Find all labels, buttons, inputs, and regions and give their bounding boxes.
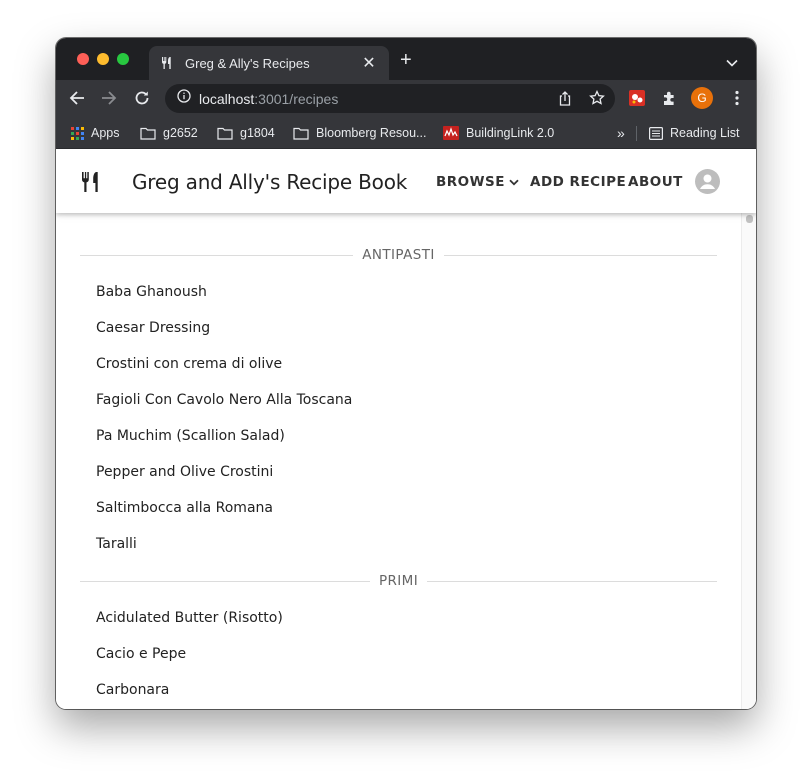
reading-list-icon (649, 126, 663, 140)
recipe-link[interactable]: Baba Ghanoush (96, 284, 207, 300)
section-title: PRIMI (378, 573, 419, 589)
minimize-window-button[interactable] (97, 53, 109, 65)
bookmarks-divider (636, 126, 637, 141)
profile-avatar[interactable]: G (691, 87, 713, 109)
tab-search-chevron-icon[interactable] (726, 54, 738, 72)
section-header-primi: PRIMI (80, 571, 718, 591)
address-bar[interactable]: localhost:3001/recipes (165, 84, 615, 113)
bookmark-label: g2652 (163, 126, 198, 140)
tab-strip: Greg & Ally's Recipes ✕ + (56, 38, 756, 80)
fork-knife-logo-icon[interactable] (81, 171, 103, 198)
bookmark-star-icon[interactable] (589, 89, 605, 111)
share-icon[interactable] (558, 91, 572, 111)
tab-recipes[interactable]: Greg & Ally's Recipes ✕ (149, 46, 389, 80)
recipe-link[interactable]: Taralli (96, 536, 137, 552)
extension-icon[interactable] (628, 89, 646, 107)
folder-icon (293, 127, 309, 140)
web-page: Greg and Ally's Recipe Book BROWSE ADD R… (56, 149, 756, 709)
bookmark-buildinglink[interactable]: BuildingLink 2.0 (443, 117, 554, 149)
zoom-window-button[interactable] (117, 53, 129, 65)
tab-title: Greg & Ally's Recipes (185, 55, 310, 71)
divider (80, 580, 370, 582)
close-window-button[interactable] (77, 53, 89, 65)
bookmarks-overflow-icon[interactable]: » (617, 117, 625, 149)
fork-knife-icon (161, 56, 175, 70)
scrollbar-thumb[interactable] (746, 215, 753, 223)
bookmark-label: Apps (91, 126, 120, 140)
folder-icon (140, 127, 156, 140)
browser-menu-icon[interactable] (728, 89, 746, 107)
account-icon[interactable] (695, 169, 720, 194)
recipe-link[interactable]: Carbonara (96, 682, 169, 698)
recipe-link[interactable]: Saltimbocca alla Romana (96, 500, 273, 516)
bookmark-label: g1804 (240, 126, 275, 140)
bookmark-apps[interactable]: Apps (71, 117, 120, 149)
bookmark-folder-g2652[interactable]: g2652 (140, 117, 198, 149)
bookmark-label: Bloomberg Resou... (316, 126, 427, 140)
tab-close-icon[interactable]: ✕ (361, 53, 377, 73)
divider (80, 254, 354, 256)
extensions-puzzle-icon[interactable] (661, 89, 679, 107)
reading-list-button[interactable]: Reading List (649, 117, 740, 149)
forward-arrow-icon[interactable] (99, 88, 119, 108)
bookmarks-bar: Apps g2652 g1804 Bloomberg Resou... Buil… (56, 117, 756, 149)
site-info-icon[interactable] (177, 89, 191, 108)
apps-grid-icon (71, 126, 84, 140)
url-path: :3001/recipes (254, 90, 339, 107)
section-header-antipasti: ANTIPASTI (80, 245, 718, 265)
chevron-down-icon (509, 179, 519, 185)
url-host: localhost (199, 90, 255, 107)
page-scrollbar[interactable] (741, 213, 756, 709)
bookmark-folder-g1804[interactable]: g1804 (217, 117, 275, 149)
recipe-link[interactable]: Acidulated Butter (Risotto) (96, 610, 283, 626)
bookmark-label: BuildingLink 2.0 (466, 126, 555, 140)
app-bar: Greg and Ally's Recipe Book BROWSE ADD R… (56, 149, 756, 213)
recipe-link[interactable]: Pa Muchim (Scallion Salad) (96, 428, 285, 444)
recipe-link[interactable]: Fagioli Con Cavolo Nero Alla Toscana (96, 392, 352, 408)
reload-icon[interactable] (132, 88, 152, 108)
bookmark-folder-bloomberg[interactable]: Bloomberg Resou... (293, 117, 426, 149)
folder-icon (217, 127, 233, 140)
nav-about[interactable]: ABOUT (628, 174, 683, 190)
section-title: ANTIPASTI (362, 247, 435, 263)
nav-browse[interactable]: BROWSE (436, 174, 519, 190)
browser-window: Greg & Ally's Recipes ✕ + localhost:3001… (56, 38, 756, 709)
divider (427, 580, 718, 582)
nav-add-recipe[interactable]: ADD RECIPE (530, 174, 626, 190)
recipe-link[interactable]: Caesar Dressing (96, 320, 210, 336)
recipe-link[interactable]: Crostini con crema di olive (96, 356, 282, 372)
browser-toolbar: localhost:3001/recipes G (56, 80, 756, 117)
app-title[interactable]: Greg and Ally's Recipe Book (132, 170, 407, 194)
back-arrow-icon[interactable] (67, 88, 87, 108)
recipe-link[interactable]: Pepper and Olive Crostini (96, 464, 273, 480)
buildinglink-favicon-icon (443, 126, 459, 140)
divider (443, 254, 718, 256)
new-tab-icon[interactable]: + (400, 50, 412, 70)
recipe-link[interactable]: Cacio e Pepe (96, 646, 186, 662)
recipe-list: ANTIPASTI Baba Ghanoush Caesar Dressing … (56, 213, 741, 709)
nav-browse-label: BROWSE (436, 174, 505, 190)
reading-list-label: Reading List (670, 126, 740, 140)
